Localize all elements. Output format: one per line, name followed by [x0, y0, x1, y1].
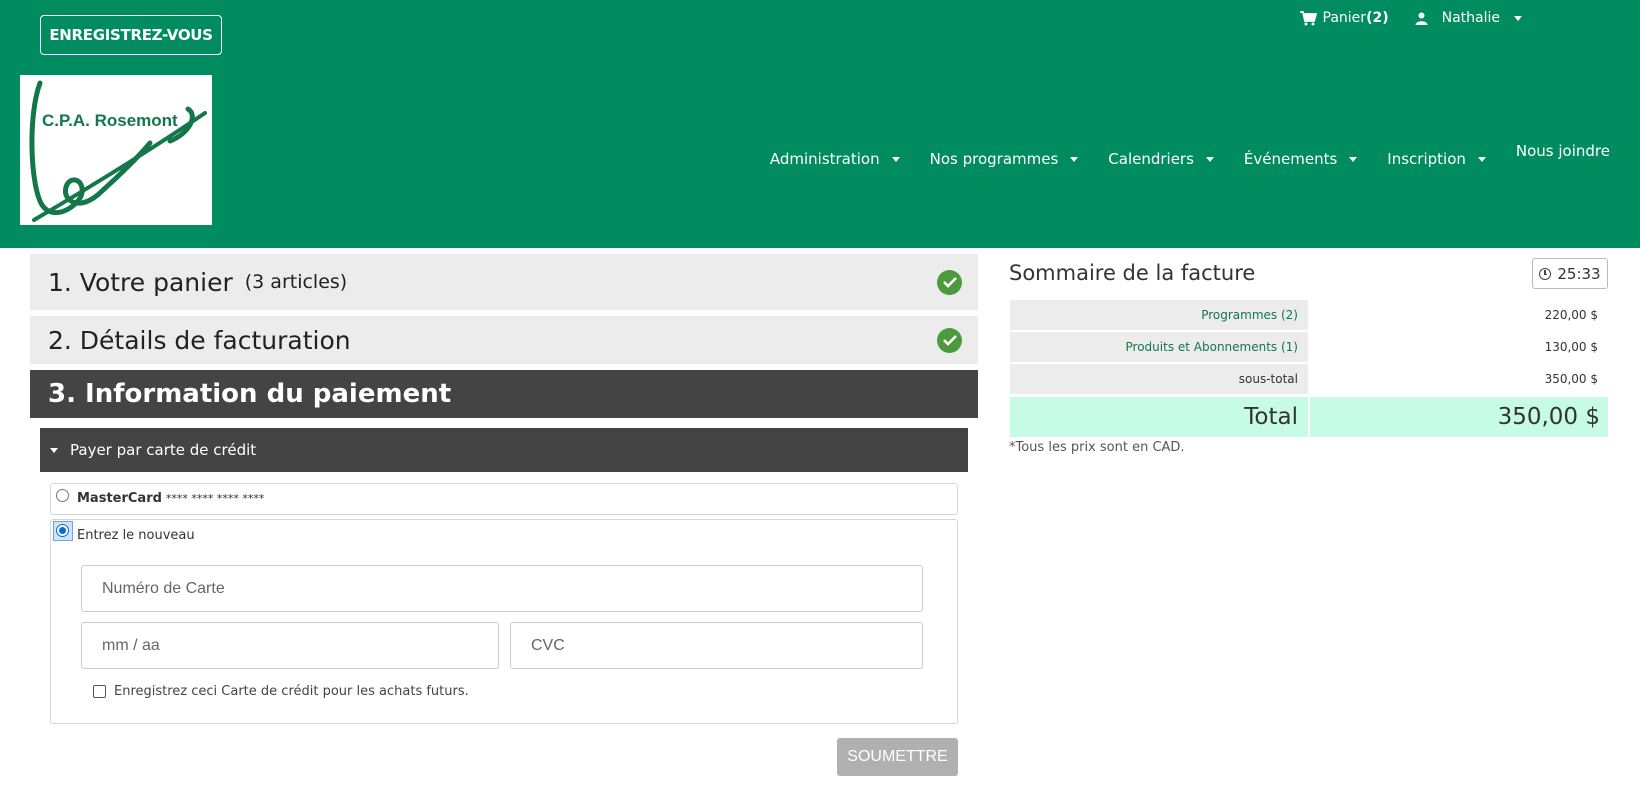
summary-row: Programmes (2) 220,00 $ [1010, 300, 1608, 330]
step-cart[interactable]: 1. Votre panier (3 articles) [30, 254, 978, 310]
step-subtitle: (3 articles) [244, 271, 348, 293]
user-name: Nathalie [1441, 10, 1500, 26]
cart-link[interactable]: Panier(2) [1299, 10, 1389, 26]
nav-administration[interactable]: Administration [770, 150, 900, 168]
card-masked-number: **** **** **** **** [165, 492, 265, 505]
pay-by-credit-card-toggle[interactable]: Payer par carte de crédit [40, 428, 968, 472]
saved-card-label: MasterCard **** **** **** **** [77, 491, 264, 506]
clock-icon [1539, 267, 1552, 280]
session-timer: 25:33 [1532, 258, 1608, 289]
summary-total-row: Total 350,00 $ [1010, 397, 1608, 437]
save-card-label: Enregistrez ceci Carte de crédit pour le… [114, 684, 469, 699]
pay-header-label: Payer par carte de crédit [70, 441, 257, 459]
save-card-row: Enregistrez ceci Carte de crédit pour le… [93, 684, 469, 699]
register-button[interactable]: ENREGISTREZ-VOUS [40, 15, 222, 55]
site-header: ENREGISTREZ-VOUS Panier(2) Nathalie C.P.… [0, 0, 1640, 248]
card-brand: MasterCard [77, 491, 162, 506]
total-label: Total [1010, 397, 1308, 437]
nav-label: Inscription [1387, 150, 1466, 168]
nav-inscription[interactable]: Inscription [1387, 150, 1486, 168]
nav-programmes[interactable]: Nos programmes [930, 150, 1079, 168]
chevron-down-icon [1477, 156, 1486, 162]
saved-card-radio[interactable] [56, 489, 69, 502]
check-circle-icon [937, 269, 962, 295]
main-nav: Administration Nos programmes Calendrier… [770, 140, 1610, 168]
summary-row: sous-total 350,00 $ [1010, 364, 1608, 394]
chevron-down-icon [1070, 156, 1079, 162]
caret-down-icon [50, 447, 58, 453]
save-card-checkbox[interactable] [93, 685, 106, 698]
summary-row: Produits et Abonnements (1) 130,00 $ [1010, 332, 1608, 362]
nav-label: Calendriers [1108, 150, 1194, 168]
price-note: *Tous les prix sont en CAD. [1009, 440, 1185, 455]
check-circle-icon [937, 327, 962, 353]
new-card-radio-focus [53, 521, 73, 541]
new-card-option: Entrez le nouveau Enregistrez ceci Carte… [50, 519, 958, 724]
cvc-input[interactable] [510, 622, 923, 669]
summary-value: 130,00 $ [1544, 340, 1598, 354]
timer-value: 25:33 [1557, 264, 1601, 283]
saved-card-option[interactable]: MasterCard **** **** **** **** [50, 483, 958, 515]
chevron-down-icon [1514, 15, 1522, 21]
chevron-down-icon [891, 156, 900, 162]
summary-label-link[interactable]: Produits et Abonnements (1) [1010, 332, 1308, 362]
nav-label: Nos programmes [929, 150, 1059, 168]
step-billing[interactable]: 2. Détails de facturation [30, 316, 978, 364]
step-title: 2. Détails de facturation [48, 325, 351, 355]
step-title: 3. Information du paiement [48, 379, 452, 409]
nav-nous-joindre[interactable]: Nous joindre [1516, 142, 1610, 160]
user-icon [1415, 12, 1428, 25]
chevron-down-icon [1349, 156, 1358, 162]
invoice-summary-title: Sommaire de la facture [1009, 261, 1256, 285]
cart-count: (2) [1366, 10, 1389, 26]
step-payment: 3. Information du paiement [30, 370, 978, 418]
nav-label: Administration [769, 150, 880, 168]
nav-evenements[interactable]: Événements [1243, 150, 1358, 168]
nav-label: Événements [1243, 150, 1338, 168]
summary-value: 220,00 $ [1544, 308, 1598, 322]
card-number-input[interactable] [81, 565, 923, 612]
summary-label: sous-total [1010, 364, 1308, 394]
site-logo[interactable]: C.P.A. Rosemont [20, 75, 212, 225]
new-card-radio[interactable] [56, 524, 69, 537]
nav-calendriers[interactable]: Calendriers [1108, 150, 1214, 168]
top-bar: Panier(2) Nathalie [1299, 10, 1522, 26]
new-card-label: Entrez le nouveau [77, 528, 195, 543]
user-menu[interactable]: Nathalie [1415, 10, 1522, 26]
cart-label: Panier [1322, 10, 1367, 26]
nav-label: Nous joindre [1515, 142, 1610, 160]
total-value: 350,00 $ [1310, 397, 1608, 437]
summary-label-link[interactable]: Programmes (2) [1010, 300, 1308, 330]
expiry-input[interactable] [81, 622, 499, 669]
chevron-down-icon [1205, 156, 1214, 162]
submit-button[interactable]: SOUMETTRE [837, 738, 958, 776]
cart-icon [1299, 10, 1317, 25]
step-title: 1. Votre panier [48, 267, 233, 297]
logo-text: C.P.A. Rosemont [42, 111, 178, 130]
summary-value: 350,00 $ [1544, 372, 1598, 386]
logo-graphic: C.P.A. Rosemont [29, 80, 207, 222]
